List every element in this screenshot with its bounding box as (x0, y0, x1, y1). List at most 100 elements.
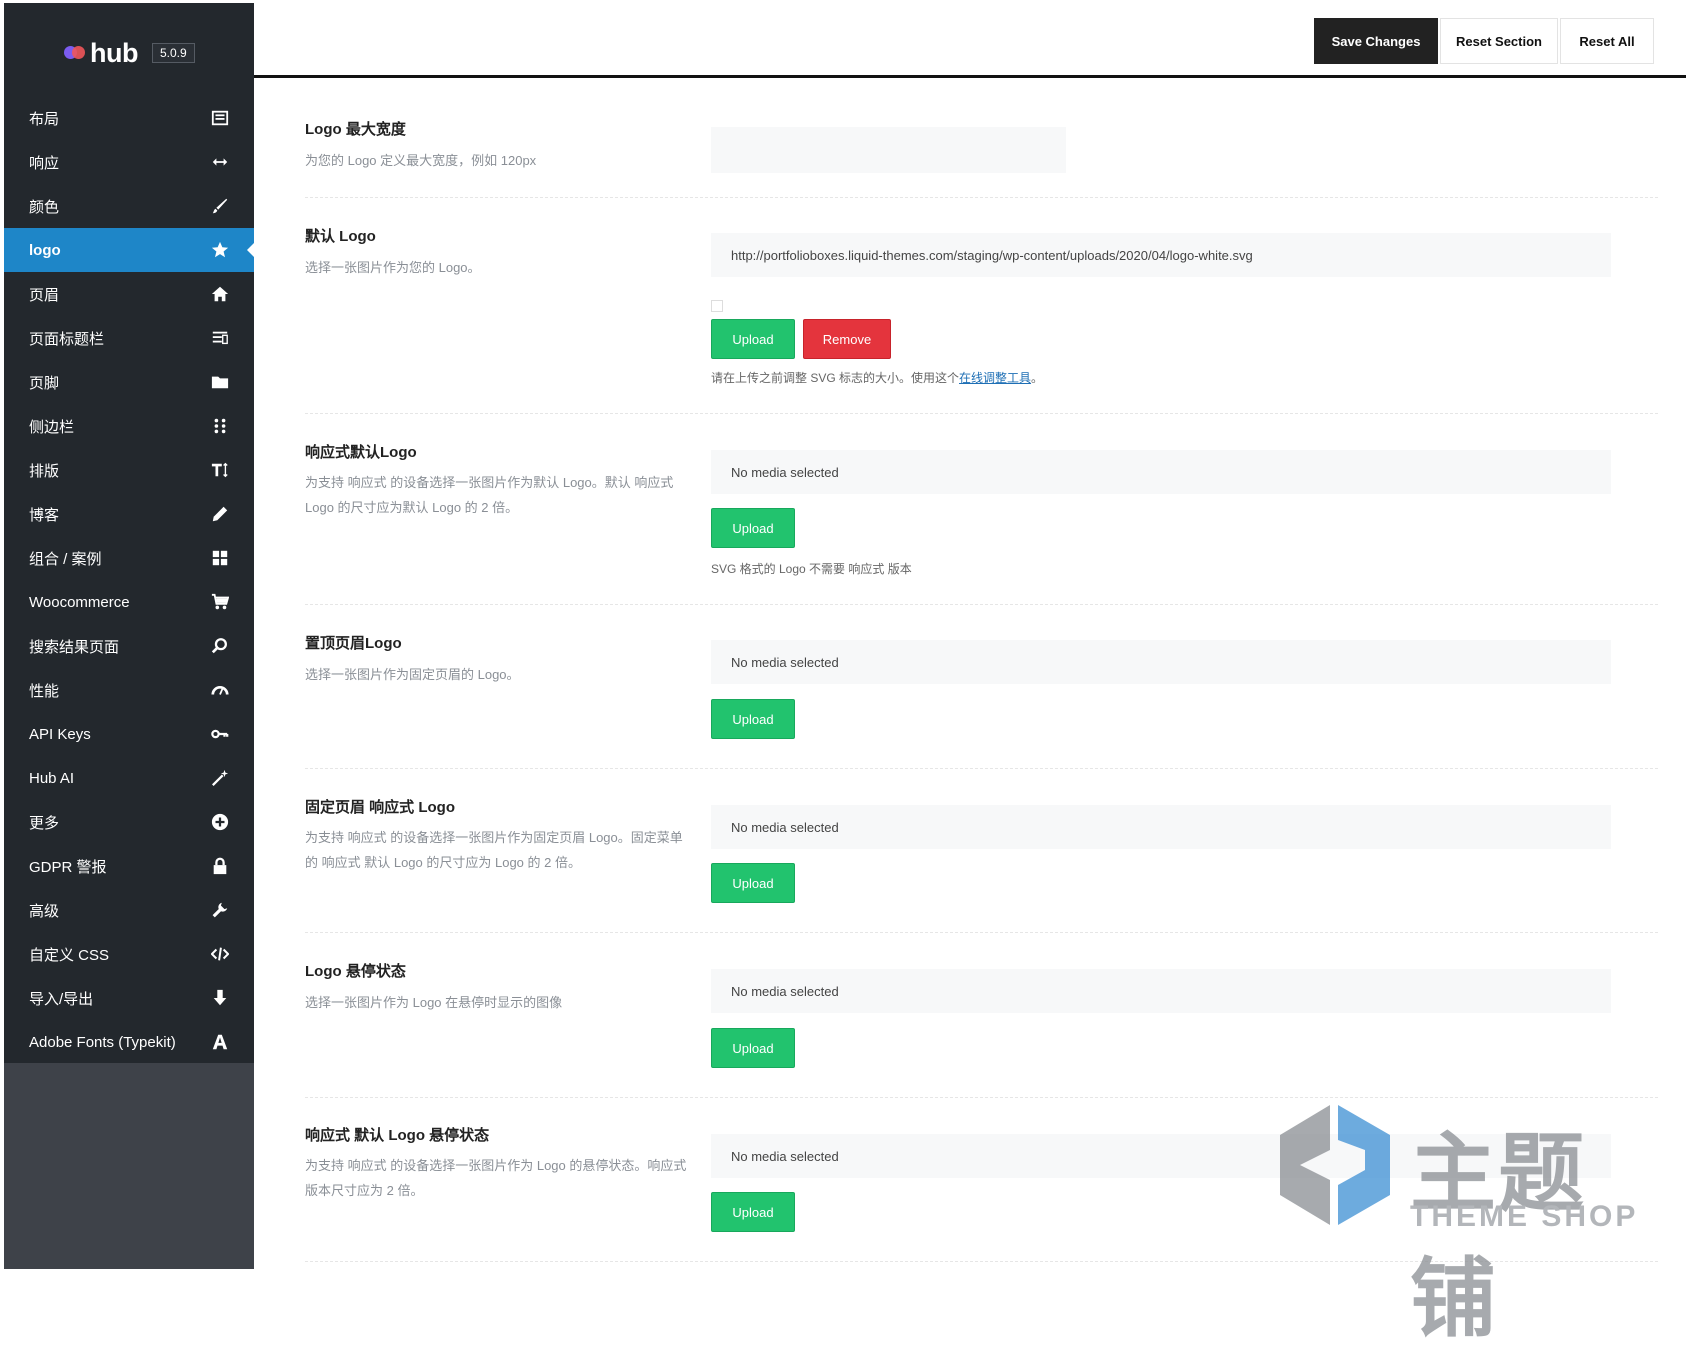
brand-name: hub (90, 37, 138, 68)
sidebar-item-label: 页面标题栏 (29, 330, 105, 348)
list-icon (210, 328, 230, 348)
sidebar-item[interactable]: GDPR 警报 (4, 844, 254, 888)
field-title: Logo 悬停状态 (305, 963, 406, 980)
field-title: Logo 最大宽度 (305, 121, 406, 138)
help-text: SVG 格式的 Logo 不需要 响应式 版本 (711, 562, 912, 576)
sidebar-item-label: 页眉 (29, 286, 60, 304)
save-changes-button[interactable]: Save Changes (1314, 18, 1438, 64)
upload-button[interactable]: Upload (711, 1028, 795, 1068)
layout-icon (210, 108, 230, 128)
sidebar-item[interactable]: 布局 (4, 96, 254, 140)
star-icon (210, 240, 230, 260)
sidebar-item[interactable]: 响应 (4, 140, 254, 184)
upload-button[interactable]: Upload (711, 1192, 795, 1232)
upload-button[interactable]: Upload (711, 699, 795, 739)
sidebar-item-label: 组合 / 案例 (29, 550, 102, 568)
sidebar-menu: hub 5.0.9 布局响应颜色 logo 页眉页面标题栏页脚 侧边栏排版博客组合 /… (4, 3, 254, 1063)
dashboard-icon (210, 680, 230, 700)
upload-button[interactable]: Upload (711, 319, 795, 359)
sidebar-item-label: 搜索结果页面 (29, 638, 120, 656)
field-description: 为您的 Logo 定义最大宽度，例如 120px (305, 153, 537, 168)
sidebar-item[interactable]: 博客 (4, 492, 254, 536)
sidebar-item-label: API Keys (29, 725, 91, 743)
media-field[interactable]: No media selected (711, 969, 1611, 1013)
sidebar-item-label: Woocommerce (29, 593, 130, 611)
sidebar-item[interactable]: Adobe Fonts (Typekit) (4, 1020, 254, 1064)
magic-wand-icon (210, 768, 230, 788)
sidebar-item[interactable]: 高级 (4, 888, 254, 932)
field-title: 默认 Logo (305, 228, 376, 245)
sidebar-item-label: 导入/导出 (29, 990, 94, 1008)
upload-button[interactable]: Upload (711, 508, 795, 548)
brand-logo: hub 5.0.9 (64, 33, 195, 73)
sidebar-nav: 布局响应颜色 logo 页眉页面标题栏页脚 侧边栏排版博客组合 / 案例 Woocomm… (4, 96, 254, 1064)
sidebar-item[interactable]: 排版 (4, 448, 254, 492)
field-description: 为支持 响应式 的设备选择一张图片作为 Logo 的悬停状态。响应式 版本尺寸应… (305, 1158, 687, 1198)
field-description: 为支持 响应式 的设备选择一张图片作为默认 Logo。默认 响应式 Logo 的… (305, 475, 674, 515)
sidebar-item[interactable]: 侧边栏 (4, 404, 254, 448)
upload-button[interactable]: Upload (711, 863, 795, 903)
sidebar-item[interactable]: 页脚 (4, 360, 254, 404)
sidebar-item-label: 更多 (29, 814, 60, 832)
help-text-suffix: 。 (1031, 371, 1044, 385)
reset-all-button[interactable]: Reset All (1560, 18, 1654, 64)
sidebar-item-label: 布局 (29, 110, 60, 128)
sidebar-item[interactable]: 搜索结果页面 (4, 624, 254, 668)
watermark-logo: 主题铺 THEME SHOP (1270, 1095, 1670, 1349)
media-field[interactable]: No media selected (711, 805, 1611, 849)
logo-max-width-input[interactable] (711, 127, 1066, 173)
cart-icon (210, 592, 230, 612)
help-text-prefix: 请在上传之前调整 SVG 标志的大小。使用这个 (711, 371, 960, 385)
code-icon (210, 944, 230, 964)
sidebar-item[interactable]: 性能 (4, 668, 254, 712)
logo-preview-placeholder (711, 300, 723, 312)
media-field[interactable]: No media selected (711, 640, 1611, 684)
sidebar-item[interactable]: 组合 / 案例 (4, 536, 254, 580)
sidebar-item[interactable]: 颜色 (4, 184, 254, 228)
grid-dots-icon (210, 416, 230, 436)
key-icon (210, 724, 230, 744)
wrench-icon (210, 900, 230, 920)
sidebar-item[interactable]: Woocommerce (4, 580, 254, 624)
field-title: 置顶页眉Logo (305, 635, 402, 652)
logo-url-field[interactable]: http://portfolioboxes.liquid-themes.com/… (711, 233, 1611, 277)
field-description: 选择一张图片作为您的 Logo。 (305, 260, 481, 275)
reset-section-button[interactable]: Reset Section (1440, 18, 1558, 64)
sidebar-item-label: logo (29, 241, 61, 259)
sidebar-item-label: 排版 (29, 462, 60, 480)
sidebar-item[interactable]: Hub AI (4, 756, 254, 800)
sidebar-item-label: 颜色 (29, 198, 60, 216)
divider (305, 604, 1658, 605)
sidebar-item[interactable]: 页面标题栏 (4, 316, 254, 360)
sidebar-item-label: 性能 (29, 682, 60, 700)
arrow-down-icon (210, 988, 230, 1008)
grid-icon (210, 548, 230, 568)
media-field[interactable]: No media selected (711, 450, 1611, 494)
text-height-icon (210, 460, 230, 480)
font-icon (210, 1032, 230, 1052)
sidebar-item-label: 自定义 CSS (29, 946, 110, 964)
divider (305, 197, 1658, 198)
sidebar-item[interactable]: 页眉 (4, 272, 254, 316)
sidebar-item-label: Hub AI (29, 769, 75, 787)
sidebar-item-label: 高级 (29, 902, 60, 920)
sidebar: hub 5.0.9 布局响应颜色 logo 页眉页面标题栏页脚 侧边栏排版博客组合 /… (4, 3, 254, 1269)
lock-icon (210, 856, 230, 876)
sidebar-item[interactable]: 自定义 CSS (4, 932, 254, 976)
sidebar-item[interactable]: API Keys (4, 712, 254, 756)
plus-circle-icon (210, 812, 230, 832)
brand-mark-icon (64, 45, 86, 61)
field-description: 选择一张图片作为 Logo 在悬停时显示的图像 (305, 995, 563, 1010)
sidebar-item[interactable]: logo (4, 228, 254, 272)
sidebar-item[interactable]: 导入/导出 (4, 976, 254, 1020)
search-icon (210, 636, 230, 656)
sidebar-item-label: GDPR 警报 (29, 858, 107, 876)
resize-tool-link[interactable]: 在线调整工具 (959, 371, 1031, 385)
sidebar-item[interactable]: 更多 (4, 800, 254, 844)
help-text: 请在上传之前调整 SVG 标志的大小。使用这个在线调整工具。 (711, 369, 1043, 386)
field-description: 为支持 响应式 的设备选择一张图片作为固定页眉 Logo。固定菜单的 响应式 默… (305, 830, 683, 870)
remove-button[interactable]: Remove (803, 319, 891, 359)
field-description: 选择一张图片作为固定页眉的 Logo。 (305, 667, 520, 682)
field-title: 响应式 默认 Logo 悬停状态 (305, 1127, 490, 1144)
watermark-emblem-icon (1280, 1105, 1390, 1225)
